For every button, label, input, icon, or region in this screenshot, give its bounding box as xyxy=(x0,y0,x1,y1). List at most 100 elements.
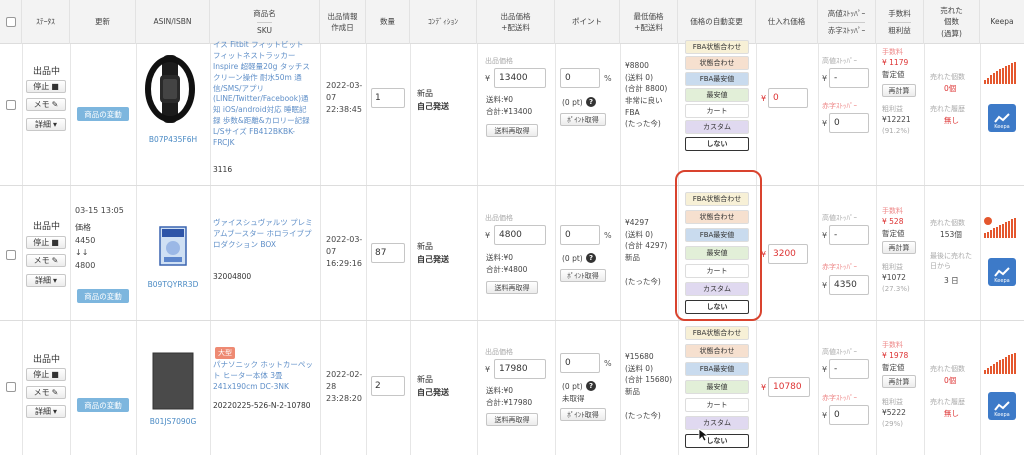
listing-price-input[interactable]: 17980 xyxy=(494,359,546,379)
quantity-input[interactable]: 2 xyxy=(371,376,405,396)
recalc-shipping-button[interactable]: 送料再取得 xyxy=(486,413,538,426)
detail-button[interactable]: 詳細 ▾ xyxy=(26,274,66,287)
sold-since-label: 最後に売れた日から xyxy=(930,252,972,270)
memo-button[interactable]: メモ ✎ xyxy=(26,386,66,399)
recalc-shipping-button[interactable]: 送料再取得 xyxy=(486,124,538,137)
row-checkbox[interactable] xyxy=(6,382,16,392)
stop-button[interactable]: 停止 ■ xyxy=(26,236,66,249)
red-stopper-input[interactable]: 0 xyxy=(829,113,869,133)
auto-fba-lowest[interactable]: FBA最安値 xyxy=(685,72,749,86)
product-image[interactable] xyxy=(158,225,188,267)
points-fetch-button[interactable]: ﾎﾟｲﾝﾄ取得 xyxy=(560,408,606,421)
auto-fba-condition-match[interactable]: FBA状態合わせ xyxy=(685,326,749,340)
red-stopper-input[interactable]: 0 xyxy=(829,405,869,425)
points-fetch-button[interactable]: ﾎﾟｲﾝﾄ取得 xyxy=(560,113,606,126)
product-name-link[interactable]: イス Fitbit フィットビット フィットネストラッカー Inspire 超軽… xyxy=(213,40,313,164)
auto-none[interactable]: しない xyxy=(685,137,749,151)
header-fee[interactable]: 手数料 粗利益 xyxy=(876,0,924,44)
quantity-input[interactable]: 87 xyxy=(371,243,405,263)
help-icon[interactable]: ? xyxy=(586,381,596,391)
header-product[interactable]: 商品名 SKU xyxy=(210,0,320,44)
fulfillment-text: 自己発送 xyxy=(417,101,449,111)
recalc-shipping-button[interactable]: 送料再取得 xyxy=(486,281,538,294)
change-button[interactable]: 商品の変動 xyxy=(77,289,129,303)
auto-fba-condition-match[interactable]: FBA状態合わせ xyxy=(685,40,749,54)
row-checkbox[interactable] xyxy=(6,100,16,110)
auto-lowest[interactable]: 最安値 xyxy=(685,380,749,394)
header-condition[interactable]: ｺﾝﾃﾞｨｼｮﾝ xyxy=(410,0,477,44)
change-button[interactable]: 商品の変動 xyxy=(77,107,129,121)
auto-fba-lowest[interactable]: FBA最安値 xyxy=(685,362,749,376)
header-purchase-price[interactable]: 仕入れ価格 xyxy=(756,0,818,44)
auto-lowest[interactable]: 最安値 xyxy=(685,88,749,102)
header-quantity[interactable]: 数量 xyxy=(366,0,410,44)
product-name-link[interactable]: パナソニック ホットカーペット ヒーター本体 3畳 241x190cm DC-3… xyxy=(213,360,313,393)
asin-link[interactable]: B01JS7090G xyxy=(138,417,208,426)
recalc-button[interactable]: 再計算 xyxy=(882,84,916,97)
detail-button[interactable]: 詳細 ▾ xyxy=(26,405,66,418)
auto-none[interactable]: しない xyxy=(685,434,749,448)
keepa-button[interactable]: Keepa xyxy=(988,258,1016,286)
memo-button[interactable]: メモ ✎ xyxy=(26,254,66,267)
product-image[interactable] xyxy=(144,55,196,123)
gross-value: ¥12221 xyxy=(882,115,911,124)
recalc-button[interactable]: 再計算 xyxy=(882,375,916,388)
header-keepa[interactable]: Keepa xyxy=(980,0,1024,44)
sales-rank-sparkline[interactable] xyxy=(984,352,1018,374)
auto-custom[interactable]: カスタム xyxy=(685,120,749,134)
high-stopper-input[interactable]: - xyxy=(829,359,869,379)
help-icon[interactable]: ? xyxy=(586,253,596,263)
header-auto-change[interactable]: 価格の自動変更 xyxy=(678,0,756,44)
listing-price-input[interactable]: 13400 xyxy=(494,68,546,88)
red-stopper-input[interactable]: 4350 xyxy=(829,275,869,295)
header-lowest-price[interactable]: 最低価格 +配送料 xyxy=(620,0,678,44)
detail-button[interactable]: 詳細 ▾ xyxy=(26,118,66,131)
high-stopper-input[interactable]: - xyxy=(829,225,869,245)
keepa-button[interactable]: Keepa xyxy=(988,104,1016,132)
header-listing-info[interactable]: 出品情報 作成日 xyxy=(320,0,366,44)
lowest-price-block: ¥15680 (送料 0) (合計 15680) 新品 (たった今) xyxy=(625,351,672,421)
col-divider xyxy=(477,44,478,455)
header-update[interactable]: 更新 xyxy=(70,0,136,44)
memo-button[interactable]: メモ ✎ xyxy=(26,98,66,111)
stop-button[interactable]: 停止 ■ xyxy=(26,80,66,93)
help-icon[interactable]: ? xyxy=(586,97,596,107)
gross-pct: (29%) xyxy=(882,420,904,428)
header-asin[interactable]: ASIN/ISBN xyxy=(136,0,210,44)
auto-cart[interactable]: カート xyxy=(685,104,749,118)
purchase-price-input[interactable]: 0 xyxy=(768,88,808,108)
asin-link[interactable]: B07P435F6H xyxy=(138,135,208,144)
auto-condition-match[interactable]: 状態合わせ xyxy=(685,56,749,70)
header-listing-price[interactable]: 出品価格 +配送料 xyxy=(477,0,555,44)
header-sold-count[interactable]: 売れた 個数 (過算) xyxy=(924,0,980,44)
auto-custom[interactable]: カスタム xyxy=(685,416,749,430)
auto-cart[interactable]: カート xyxy=(685,398,749,412)
change-button[interactable]: 商品の変動 xyxy=(77,398,129,412)
purchase-price-input[interactable]: 3200 xyxy=(768,244,808,264)
points-input[interactable]: 0 xyxy=(560,353,600,373)
status-text: 出品中 xyxy=(33,222,61,232)
header-points[interactable]: ポイント xyxy=(555,0,620,44)
lowest-total: (合計 4297) xyxy=(625,241,668,251)
sales-rank-sparkline[interactable] xyxy=(984,216,1018,238)
points-input[interactable]: 0 xyxy=(560,225,600,245)
stop-button[interactable]: 停止 ■ xyxy=(26,368,66,381)
high-stopper-input[interactable]: - xyxy=(829,68,869,88)
header-status[interactable]: ｽﾃｰﾀｽ xyxy=(22,0,70,44)
header-red-stopper: 赤字ｽﾄｯﾊﾟｰ xyxy=(827,21,866,36)
select-all-checkbox[interactable] xyxy=(5,17,16,27)
points-input[interactable]: 0 xyxy=(560,68,600,88)
quantity-input[interactable]: 1 xyxy=(371,88,405,108)
product-name-link[interactable]: ヴァイスシュヴァルツ プレミアムブースター ホロライブプロダクション BOX xyxy=(213,218,313,251)
keepa-button[interactable]: Keepa xyxy=(988,392,1016,420)
purchase-price-input[interactable]: 10780 xyxy=(768,377,810,397)
asin-link[interactable]: B09TQYRR3D xyxy=(138,280,208,289)
recalc-button[interactable]: 再計算 xyxy=(882,241,916,254)
header-stoppers[interactable]: 高値ｽﾄｯﾊﾟｰ 赤字ｽﾄｯﾊﾟｰ xyxy=(818,0,876,44)
product-image[interactable] xyxy=(150,350,196,412)
row-checkbox[interactable] xyxy=(6,250,16,260)
sales-rank-sparkline[interactable] xyxy=(984,62,1018,84)
points-fetch-button[interactable]: ﾎﾟｲﾝﾄ取得 xyxy=(560,269,606,282)
auto-condition-match[interactable]: 状態合わせ xyxy=(685,344,749,358)
listing-price-input[interactable]: 4800 xyxy=(494,225,546,245)
